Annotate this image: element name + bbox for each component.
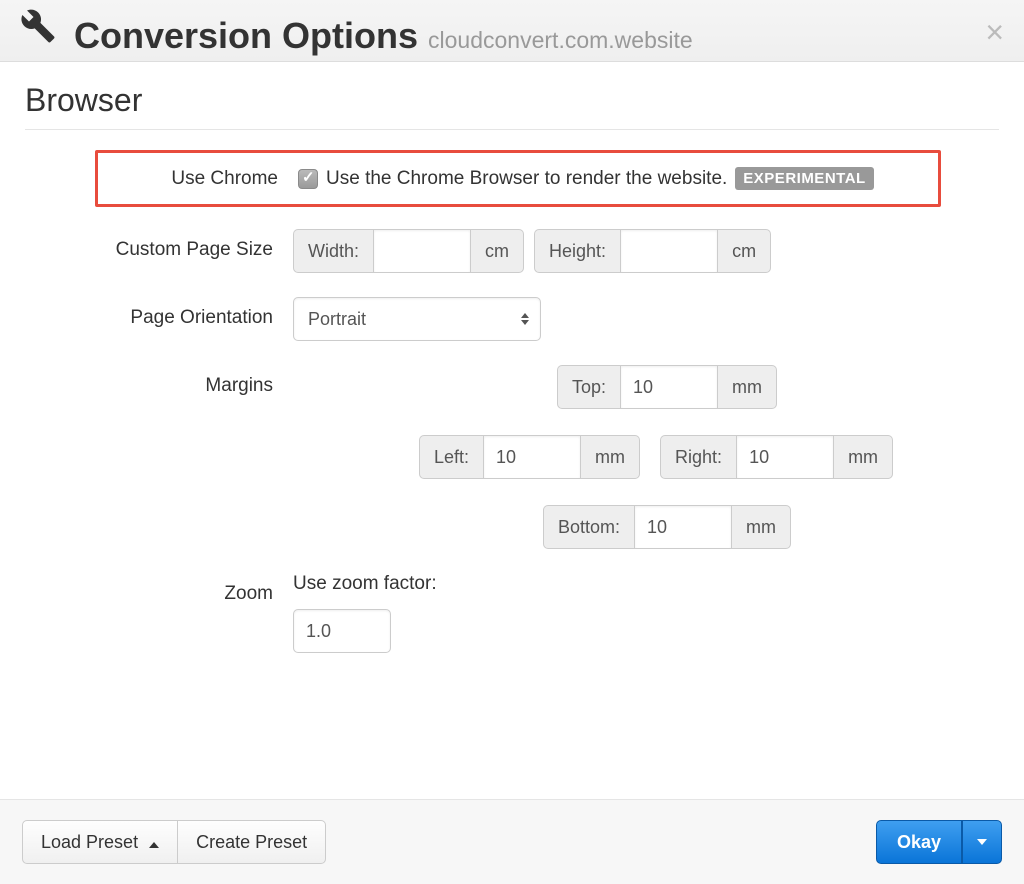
close-icon[interactable]: ×: [985, 16, 1004, 48]
zoom-row: Zoom Use zoom factor:: [25, 573, 999, 653]
load-preset-button[interactable]: Load Preset: [22, 820, 178, 864]
orientation-row: Page Orientation Portrait: [25, 297, 999, 341]
margin-right-unit: mm: [834, 435, 893, 479]
height-label: Height:: [534, 229, 620, 273]
use-chrome-description: Use the Chrome Browser to render the web…: [326, 168, 727, 190]
create-preset-button[interactable]: Create Preset: [178, 820, 326, 864]
margins-label: Margins: [25, 365, 293, 397]
margin-left-group: Left: mm: [419, 435, 640, 479]
caret-down-icon: [977, 839, 987, 845]
orientation-label: Page Orientation: [25, 297, 293, 329]
page-size-label: Custom Page Size: [25, 229, 293, 261]
modal-title: Conversion Options: [74, 15, 418, 57]
height-unit: cm: [718, 229, 771, 273]
modal-body: Browser Use Chrome Use the Chrome Browse…: [0, 62, 1024, 653]
zoom-input[interactable]: [293, 609, 391, 653]
margin-right-group: Right: mm: [660, 435, 893, 479]
okay-button[interactable]: Okay: [876, 820, 962, 864]
margin-top-group: Top: mm: [557, 365, 777, 409]
load-preset-label: Load Preset: [41, 832, 138, 852]
margin-left-input[interactable]: [483, 435, 581, 479]
margin-top-input[interactable]: [620, 365, 718, 409]
modal-header: Conversion Options cloudconvert.com.webs…: [0, 0, 1024, 62]
use-chrome-label: Use Chrome: [102, 168, 298, 190]
zoom-caption: Use zoom factor:: [293, 573, 437, 595]
margin-left-unit: mm: [581, 435, 640, 479]
zoom-label: Zoom: [25, 573, 293, 605]
page-size-row: Custom Page Size Width: cm Height: cm: [25, 229, 999, 273]
margin-bottom-unit: mm: [732, 505, 791, 549]
height-group: Height: cm: [534, 229, 771, 273]
caret-up-icon: [149, 842, 159, 848]
orientation-select[interactable]: Portrait: [293, 297, 541, 341]
width-unit: cm: [471, 229, 524, 273]
wrench-icon: [20, 8, 56, 49]
width-input[interactable]: [373, 229, 471, 273]
modal-footer: Load Preset Create Preset Okay: [0, 799, 1024, 884]
margin-top-label: Top:: [557, 365, 620, 409]
margin-left-label: Left:: [419, 435, 483, 479]
margin-bottom-group: Bottom: mm: [543, 505, 791, 549]
margin-bottom-label: Bottom:: [543, 505, 634, 549]
use-chrome-control: Use the Chrome Browser to render the web…: [298, 167, 874, 190]
margin-right-label: Right:: [660, 435, 736, 479]
margins-row: Margins Top: mm Left: mm Right: mm: [25, 365, 999, 549]
margin-right-input[interactable]: [736, 435, 834, 479]
section-title: Browser: [25, 82, 999, 130]
width-group: Width: cm: [293, 229, 524, 273]
margin-bottom-input[interactable]: [634, 505, 732, 549]
use-chrome-row: Use Chrome Use the Chrome Browser to ren…: [95, 150, 941, 207]
use-chrome-checkbox[interactable]: [298, 169, 318, 189]
header-left: Conversion Options cloudconvert.com.webs…: [20, 12, 693, 57]
okay-dropdown-button[interactable]: [962, 820, 1002, 864]
width-label: Width:: [293, 229, 373, 273]
height-input[interactable]: [620, 229, 718, 273]
margin-top-unit: mm: [718, 365, 777, 409]
experimental-badge: EXPERIMENTAL: [735, 167, 873, 190]
modal-subtitle: cloudconvert.com.website: [428, 27, 693, 54]
